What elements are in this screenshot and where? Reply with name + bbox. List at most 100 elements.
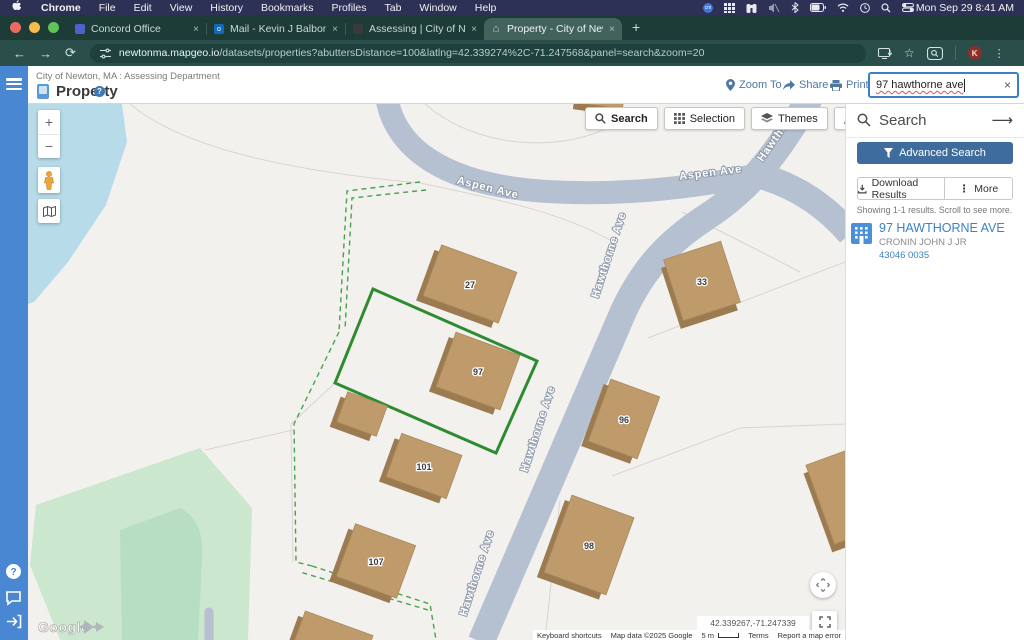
fullscreen-button[interactable]	[812, 611, 837, 632]
traffic-light-zoom[interactable]	[48, 22, 59, 33]
menu-profiles[interactable]: Profiles	[322, 2, 375, 14]
scale-label: 5 m	[701, 631, 714, 640]
report-error-link[interactable]: Report a map error	[778, 631, 841, 640]
menu-window[interactable]: Window	[410, 2, 465, 14]
panel-search-title: Search	[879, 112, 927, 129]
left-blue-rail	[0, 66, 28, 640]
download-results-label: Download Results	[872, 177, 944, 201]
site-settings-icon[interactable]	[100, 48, 111, 59]
browser-tab-4[interactable]: ⌂ Property - City of Newton, M ×	[484, 18, 622, 40]
chrome-menu-icon[interactable]: ⋮	[994, 47, 1005, 60]
more-button[interactable]: ⋮ More	[944, 177, 1013, 200]
url-text: newtonma.mapgeo.io/datasets/properties?a…	[119, 47, 705, 59]
clock-icon[interactable]	[860, 3, 870, 13]
map-canvas[interactable]: 2733971019698107Aspen AveAspen AveHawtho…	[28, 104, 845, 640]
result-item[interactable]: 97 HAWTHORNE AVE CRONIN JOHN J JR 43046 …	[851, 221, 1019, 261]
help-icon[interactable]: ?	[94, 86, 105, 97]
tab-title: Assessing | City of Newton, M	[369, 23, 465, 35]
new-tab-button[interactable]: +	[632, 19, 640, 35]
browser-tab-3[interactable]: Assessing | City of Newton, M ×	[346, 18, 484, 40]
tab-favicon	[353, 24, 363, 34]
address-bar[interactable]: newtonma.mapgeo.io/datasets/properties?a…	[90, 44, 866, 63]
building-label-97: 97	[473, 367, 483, 377]
collapse-panel-arrow[interactable]: ⟶	[991, 111, 1013, 129]
menu-chrome[interactable]: Chrome	[32, 2, 90, 14]
tab-close-icon[interactable]: ×	[471, 24, 477, 35]
zoom-out-button[interactable]: −	[38, 135, 60, 159]
tab-title: Property - City of Newton, M	[507, 23, 603, 35]
rail-feedback-icon[interactable]	[5, 590, 22, 607]
menu-hamburger-button[interactable]	[6, 78, 22, 90]
binoculars-icon[interactable]	[746, 3, 757, 13]
advanced-search-button[interactable]: Advanced Search	[857, 142, 1013, 164]
macos-menu-bar: ChromeFileEditViewHistoryBookmarksProfil…	[0, 0, 1024, 15]
recenter-button[interactable]	[810, 572, 836, 598]
basemap-button[interactable]	[38, 199, 60, 223]
forward-button[interactable]: →	[39, 46, 52, 61]
profile-avatar[interactable]: K	[968, 46, 982, 60]
pan-arrows-icon	[816, 578, 830, 592]
menu-file[interactable]: File	[90, 2, 125, 14]
menu-view[interactable]: View	[161, 2, 202, 14]
terms-link[interactable]: Terms	[748, 631, 768, 640]
panel-search-header: Search ⟶	[857, 108, 1013, 132]
browser-tab-1[interactable]: Concord Office×	[68, 18, 206, 40]
sound-muted-icon[interactable]	[768, 3, 780, 13]
traffic-light-minimize[interactable]	[29, 22, 40, 33]
grid-icon[interactable]	[724, 3, 735, 13]
menu-history[interactable]: History	[201, 2, 252, 14]
bluetooth-icon[interactable]	[791, 2, 799, 13]
menu-bookmarks[interactable]: Bookmarks	[252, 2, 323, 14]
cursor-coordinates: 42.339267,-71.247339	[697, 616, 809, 630]
pin-icon	[726, 79, 735, 91]
map-tool-themes[interactable]: Themes	[751, 107, 828, 130]
zoom-to-button[interactable]: Zoom To	[726, 79, 782, 91]
map-tool-selection[interactable]: Selection	[664, 107, 745, 130]
traffic-light-close[interactable]	[10, 22, 21, 33]
property-search-input[interactable]: 97 hawthorne ave ×	[868, 72, 1019, 98]
back-button[interactable]: ←	[13, 46, 26, 61]
menu-edit[interactable]: Edit	[125, 2, 161, 14]
wifi-icon[interactable]	[837, 3, 849, 12]
building-icon	[851, 223, 872, 244]
keyboard-shortcuts-link[interactable]: Keyboard shortcuts	[537, 631, 602, 640]
search-icon	[857, 113, 871, 127]
spotlight-icon[interactable]	[881, 3, 891, 13]
tab-favicon: ⌂	[491, 24, 501, 34]
map-tool-search[interactable]: Search	[585, 107, 658, 130]
toolbar-divider	[955, 46, 956, 60]
print-button[interactable]: Print	[830, 79, 869, 91]
building-label-27: 27	[465, 280, 475, 290]
menu-tab[interactable]: Tab	[375, 2, 410, 14]
tab-close-icon[interactable]: ×	[193, 24, 199, 35]
tab-close-icon[interactable]: ×	[332, 24, 338, 35]
building-label-107: 107	[368, 557, 383, 567]
search-input-value: 97 hawthorne ave	[876, 79, 963, 91]
send-to-device-icon[interactable]	[878, 47, 892, 59]
text-caret	[964, 79, 965, 92]
tab-search-icon[interactable]	[927, 47, 943, 60]
magnifier-icon	[595, 113, 606, 124]
tab-title: Mail - Kevin J Balboni - Outlo	[230, 23, 326, 35]
pegman-button[interactable]	[38, 167, 60, 193]
clear-search-icon[interactable]: ×	[1004, 78, 1011, 92]
apple-logo-icon[interactable]	[12, 0, 22, 15]
rail-help-icon[interactable]: ?	[5, 563, 22, 580]
tab-close-icon[interactable]: ×	[609, 24, 615, 35]
battery-icon[interactable]	[810, 3, 826, 12]
browser-tab-2[interactable]: oMail - Kevin J Balboni - Outlo×	[207, 18, 345, 40]
app-badge-icon[interactable]: cm	[703, 3, 713, 13]
share-button[interactable]: Share	[783, 79, 828, 91]
control-center-icon[interactable]	[902, 3, 914, 12]
zoom-in-button[interactable]: +	[38, 110, 60, 135]
bookmark-star-icon[interactable]: ☆	[904, 46, 915, 60]
rail-signin-icon[interactable]	[5, 613, 22, 630]
download-results-button[interactable]: Download Results	[857, 177, 945, 200]
result-address[interactable]: 97 HAWTHORNE AVE	[879, 221, 1005, 235]
reload-button[interactable]: ⟳	[65, 45, 76, 61]
more-label: More	[974, 183, 998, 195]
layers-icon	[761, 113, 773, 124]
building-label-33: 33	[697, 277, 707, 287]
menu-help[interactable]: Help	[466, 2, 506, 14]
svg-text:?: ?	[10, 567, 16, 578]
